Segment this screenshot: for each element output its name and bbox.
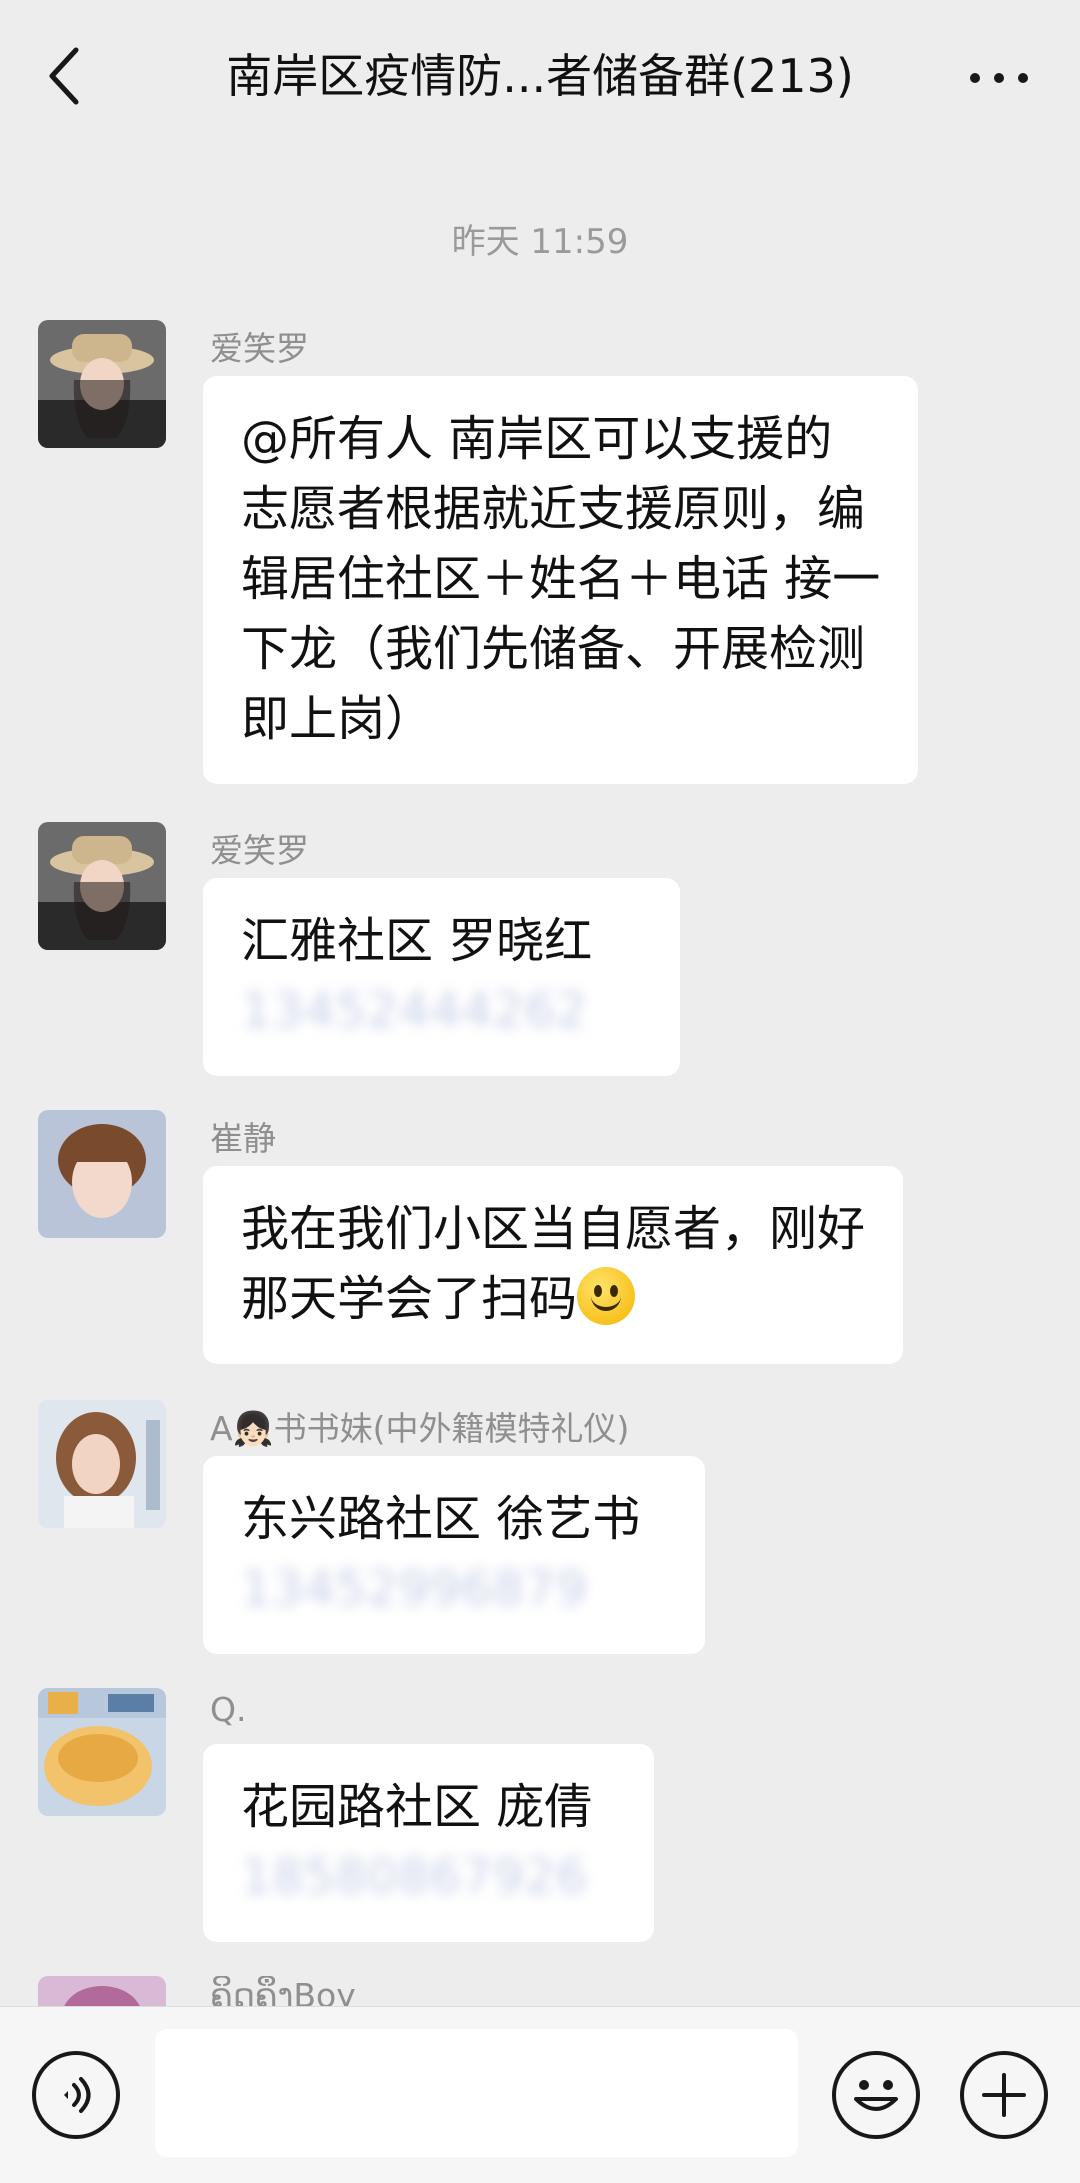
ellipsis-icon: [970, 73, 1028, 83]
page-title: 南岸区疫情防...者储备群(213): [226, 49, 854, 103]
message-text: 那天学会了扫码: [241, 1271, 578, 1327]
avatar[interactable]: [38, 1976, 166, 2006]
plus-button[interactable]: [960, 2051, 1048, 2139]
blurred-phone: 13452444262: [241, 983, 588, 1039]
blurred-phone: 18580867926: [241, 1849, 588, 1905]
input-bar: [0, 2006, 1080, 2183]
sender-name: A👧🏻书书妹(中外籍模特礼仪): [210, 1409, 630, 1448]
sender-name: ຄິດຄຶງBoy: [210, 1976, 356, 2006]
sender-name: 爱笑罗: [210, 329, 309, 368]
avatar[interactable]: [38, 1110, 166, 1238]
avatar[interactable]: [38, 1400, 166, 1528]
message-text: 东兴路社区 徐艺书: [241, 1491, 641, 1547]
chat-screen: 南岸区疫情防...者储备群(213) 昨天 11:59 爱笑罗 @所有人 南岸区…: [0, 0, 1080, 2183]
message-bubble[interactable]: 我在我们小区当自愿者，刚好 那天学会了扫码: [203, 1166, 904, 1364]
message-bubble[interactable]: @所有人 南岸区可以支援的 志愿者根据就近支援原则，编 辑居住社区＋姓名＋电话 …: [203, 376, 919, 784]
message-text: @所有人 南岸区可以支援的: [241, 411, 833, 467]
message-text: 即上岗）: [241, 691, 434, 747]
message-text: 我在我们小区当自愿者，刚好: [241, 1201, 866, 1257]
emoji-button[interactable]: [832, 2051, 920, 2139]
message-text: 下龙（我们先储备、开展检测: [241, 621, 866, 677]
message-text: 花园路社区 庞倩: [241, 1779, 593, 1835]
smile-emoji-icon: [577, 1267, 636, 1325]
more-button[interactable]: [954, 46, 1044, 110]
message-text: 辑居住社区＋姓名＋电话 接一: [241, 551, 881, 607]
timestamp: 昨天 11:59: [451, 222, 629, 262]
avatar[interactable]: [38, 320, 166, 448]
avatar[interactable]: [38, 1688, 166, 1816]
avatar[interactable]: [38, 822, 166, 950]
message-text: 志愿者根据就近支援原则，编: [241, 481, 866, 537]
emoji-icon: [854, 2080, 898, 2111]
message-input[interactable]: [155, 2029, 798, 2157]
back-button[interactable]: [40, 42, 88, 110]
blurred-phone: 13452996879: [241, 1561, 588, 1617]
message-bubble[interactable]: 花园路社区 庞倩 18580867926: [203, 1744, 654, 1942]
sender-name: Q.: [210, 1690, 247, 1729]
message-text: 汇雅社区 罗晓红: [241, 913, 593, 969]
message-bubble[interactable]: 东兴路社区 徐艺书 13452996879: [203, 1456, 705, 1654]
chevron-left-icon: [49, 47, 79, 105]
message-bubble[interactable]: 汇雅社区 罗晓红 13452444262: [203, 878, 680, 1076]
message-item: ຄິດຄຶງBoy: [0, 1976, 1080, 2006]
sender-name: 崔静: [210, 1119, 276, 1158]
plus-icon: [982, 2073, 1026, 2117]
sender-name: 爱笑罗: [210, 831, 309, 870]
voice-button[interactable]: [32, 2051, 120, 2139]
header: 南岸区疫情防...者储备群(213): [0, 0, 1080, 152]
voice-icon: [64, 2077, 91, 2113]
